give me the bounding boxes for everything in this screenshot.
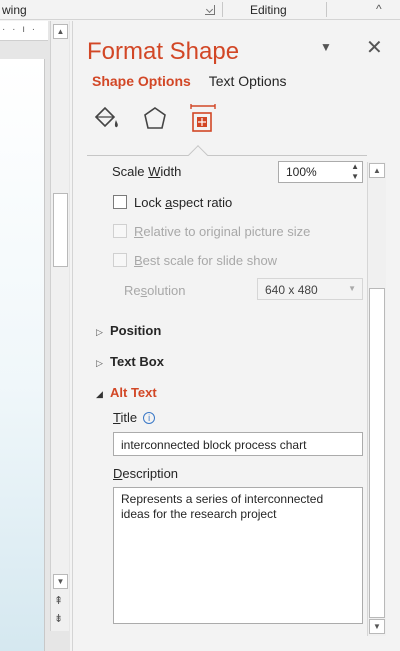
collapse-ribbon-icon[interactable]: ^ [376, 2, 382, 16]
alt-title-label: Title i [113, 410, 156, 425]
scroll-up-button[interactable]: ▲ [53, 24, 68, 39]
dialog-launcher-icon[interactable] [205, 5, 215, 15]
pane-title: Format Shape [87, 38, 240, 65]
fill-line-icon[interactable] [92, 104, 122, 134]
info-icon[interactable]: i [143, 412, 156, 424]
stepper-arrows-icon[interactable]: ▲ ▼ [351, 162, 359, 182]
ribbon-separator [222, 2, 223, 17]
pane-vertical-scrollbar[interactable]: ▲ ▼ [367, 162, 386, 636]
tab-shape-options[interactable]: Shape Options [92, 73, 191, 89]
scroll-thumb[interactable] [53, 193, 68, 267]
section-position[interactable]: ▷ Position [96, 323, 161, 338]
relative-size-checkbox [113, 224, 127, 238]
section-alt-text[interactable]: ◢ Alt Text [96, 385, 157, 400]
best-scale-checkbox [113, 253, 127, 267]
lock-aspect-ratio-label: Lock aspect ratio [134, 195, 233, 210]
scale-width-stepper[interactable]: 100% ▲ ▼ [278, 161, 363, 183]
best-scale-label: Best scale for slide show [134, 253, 278, 268]
tab-divider [87, 155, 367, 156]
lock-aspect-ratio-checkbox[interactable] [113, 195, 127, 209]
section-text-box[interactable]: ▷ Text Box [96, 354, 164, 369]
options-tabs: Shape Options Text Options [92, 73, 287, 89]
previous-slide-button[interactable]: ⇞ [54, 596, 63, 607]
close-pane-icon[interactable]: ✕ [366, 35, 383, 60]
relative-size-label: Relative to original picture size [134, 224, 311, 239]
ribbon-separator [326, 2, 327, 17]
next-slide-button[interactable]: ⇟ [54, 614, 63, 625]
tab-divider-notch [188, 145, 208, 165]
expand-arrow-icon: ▷ [96, 327, 103, 337]
pane-options-dropdown-icon[interactable]: ▼ [320, 40, 332, 54]
slide-canvas[interactable] [0, 59, 45, 651]
slide-vertical-scrollbar[interactable]: ▲ ▼ ⇞ ⇟ [50, 21, 69, 631]
scale-width-label: Scale Width [112, 164, 182, 179]
alt-title-input[interactable]: interconnected block process chart [113, 432, 363, 456]
format-shape-pane: Format Shape ▼ ✕ Shape Options Text Opti… [72, 21, 400, 651]
resolution-value: 640 x 480 [265, 283, 318, 297]
size-properties-icon[interactable] [188, 104, 218, 134]
slide-editing-area: · · ı · ▲ ▼ ⇞ ⇟ [0, 21, 70, 651]
pane-scroll-up-button[interactable]: ▲ [369, 163, 385, 178]
ruler-ticks: · · ı · [2, 24, 38, 35]
effects-icon[interactable] [140, 104, 170, 134]
tab-text-options[interactable]: Text Options [209, 73, 287, 89]
collapse-arrow-icon: ◢ [96, 389, 103, 399]
ribbon-group-editing[interactable]: Editing [250, 3, 287, 17]
alt-description-label: Description [113, 466, 179, 481]
resolution-select: 640 x 480 ▼ [257, 278, 363, 300]
ribbon-group-drawing: wing [2, 3, 27, 17]
alt-description-input[interactable]: Represents a series of interconnected id… [113, 487, 363, 624]
scale-width-value: 100% [286, 165, 317, 179]
chevron-down-icon: ▼ [348, 284, 356, 293]
scroll-down-button[interactable]: ▼ [53, 574, 68, 589]
horizontal-ruler: · · ı · [0, 21, 48, 41]
pane-scroll-down-button[interactable]: ▼ [369, 619, 385, 634]
expand-arrow-icon: ▷ [96, 358, 103, 368]
pane-scroll-thumb[interactable] [369, 288, 385, 618]
resolution-label: Resolution [124, 283, 186, 298]
ribbon-strip: wing Editing ^ [0, 0, 400, 20]
